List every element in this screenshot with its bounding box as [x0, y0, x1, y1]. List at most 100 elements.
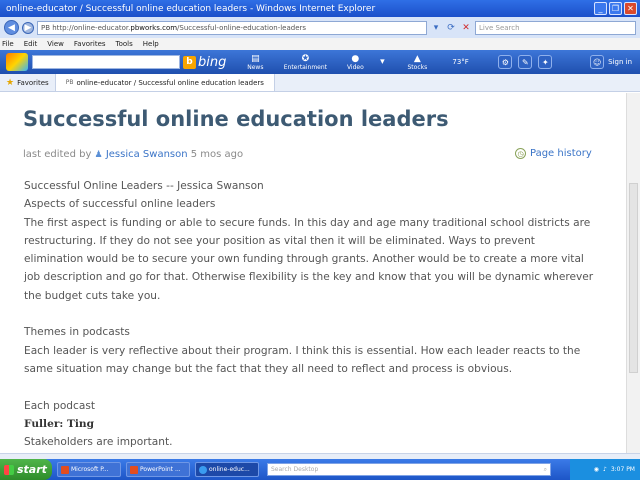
body-paragraph-3: Stakeholders are important. — [24, 436, 173, 449]
favorites-bar: ★ Favorites PB online-educator / Success… — [0, 74, 640, 92]
toolbar-news-label: News — [247, 63, 264, 71]
body-bold-line: Fuller: Ting — [24, 417, 95, 430]
menu-file[interactable]: File — [2, 40, 14, 48]
network-icon[interactable]: ◉ — [594, 466, 599, 473]
minimize-icon[interactable]: _ — [594, 2, 607, 15]
wrench-icon[interactable]: ✦ — [538, 55, 553, 69]
menu-help[interactable]: Help — [143, 40, 159, 48]
restore-icon[interactable]: ❐ — [609, 2, 622, 15]
taskbar-item-label: Microsoft P... — [71, 466, 109, 473]
weather-temperature[interactable]: 73°F — [452, 58, 492, 66]
window-controls: _ ❐ ✕ — [594, 2, 640, 15]
live-search-input[interactable]: Live Search — [475, 20, 636, 35]
page-history-link[interactable]: ◷ Page history — [515, 148, 592, 159]
body-paragraph-1: The first aspect is funding or able to s… — [24, 216, 594, 302]
page-history-label: Page history — [530, 148, 592, 159]
taskbar-item-label: online-educ... — [209, 466, 250, 473]
start-button[interactable]: start — [0, 459, 52, 480]
meta-prefix: last edited by — [23, 149, 92, 160]
url-suffix: /Successful-online-education-leaders — [177, 23, 307, 32]
desktop-search-input[interactable]: Search Desktop ⌕ — [267, 463, 551, 476]
history-clock-icon: ◷ — [515, 148, 526, 159]
toolbar-more-icon[interactable]: ▾ — [376, 57, 388, 67]
body-line-2: Aspects of successful online leaders — [24, 198, 216, 211]
edited-ago: 5 mos ago — [190, 149, 244, 160]
refresh-icon[interactable]: ⟳ — [445, 23, 457, 33]
browser-tab-title: online-educator / Successful online educ… — [76, 78, 264, 87]
star-icon: ★ — [6, 77, 15, 88]
toolbar-stocks[interactable]: ▲ Stocks — [396, 54, 438, 71]
body-heading-each-podcast: Each podcast — [24, 399, 96, 412]
bing-b-icon: b — [183, 55, 196, 69]
browser-tab-current[interactable]: PB online-educator / Successful online e… — [55, 74, 275, 91]
url-host: pbworks.com — [130, 23, 178, 32]
stocks-icon: ▲ — [413, 53, 421, 64]
menu-favorites[interactable]: Favorites — [74, 40, 106, 48]
user-icon: ♟ — [94, 150, 103, 160]
favorites-label: Favorites — [17, 78, 49, 87]
author-link[interactable]: Jessica Swanson — [106, 149, 188, 160]
dropdown-arrow-icon[interactable]: ▾ — [430, 23, 442, 33]
stop-icon[interactable]: ✕ — [460, 23, 472, 33]
bing-brand: bing — [198, 54, 227, 70]
messenger-icon: ☺ — [590, 55, 605, 69]
entertainment-icon: ✪ — [301, 53, 310, 64]
page-body: Successful Online Leaders -- Jessica Swa… — [24, 177, 596, 451]
url-prefix: PB http://online-educator. — [41, 23, 131, 32]
taskbar-item-label: PowerPoint ... — [140, 466, 181, 473]
menu-bar: File Edit View Favorites Tools Help — [0, 38, 640, 50]
taskbar-item-browser[interactable]: online-educ... — [195, 462, 259, 477]
scrollbar-thumb[interactable] — [629, 183, 638, 373]
start-label: start — [17, 463, 47, 476]
video-icon: ● — [351, 53, 360, 64]
toolbar-entertainment[interactable]: ✪ Entertainment — [283, 53, 328, 71]
body-line-1: Successful Online Leaders -- Jessica Swa… — [24, 180, 264, 192]
live-search-placeholder: Live Search — [479, 23, 520, 32]
powerpoint-icon — [130, 465, 138, 474]
body-paragraph-2: Each leader is very reflective about the… — [24, 344, 581, 375]
favorites-button[interactable]: ★ Favorites — [0, 74, 56, 91]
body-heading-themes: Themes in podcasts — [24, 326, 130, 339]
powerpoint-icon — [61, 465, 69, 474]
menu-edit[interactable]: Edit — [24, 40, 38, 48]
back-arrow-icon[interactable]: ◀ — [4, 20, 19, 35]
toolbar-news[interactable]: ▤ News — [234, 54, 276, 71]
page-content: Successful online education leaders last… — [0, 93, 626, 453]
forward-arrow-icon[interactable]: ▶ — [22, 21, 34, 34]
volume-icon[interactable]: ♪ — [603, 466, 607, 473]
windows-flag-icon — [4, 464, 14, 475]
news-icon: ▤ — [251, 53, 260, 64]
toolbar-video-label: Video — [346, 63, 364, 71]
address-bar: ◀ ▶ PB http://online-educator. pbworks.co… — [0, 17, 640, 38]
pbworks-icon: PB — [65, 79, 74, 86]
window-title: online-educator / Successful online educ… — [6, 3, 376, 14]
taskbar-item-powerpoint-1[interactable]: Microsoft P... — [57, 462, 121, 477]
toolbar-entertainment-label: Entertainment — [283, 63, 328, 71]
vertical-scrollbar[interactable] — [626, 93, 640, 453]
bing-search-button[interactable]: b bing — [183, 55, 226, 70]
bing-toolbar: b bing ▤ News ✪ Entertainment ● Video ▾ … — [0, 50, 640, 74]
toolbar-stocks-label: Stocks — [407, 63, 428, 71]
system-tray: ◉ ♪ 3:07 PM — [570, 459, 640, 480]
clock[interactable]: 3:07 PM — [611, 466, 635, 473]
menu-tools[interactable]: Tools — [116, 40, 133, 48]
gear-icon[interactable]: ⚙ — [498, 55, 513, 69]
signin-button[interactable]: ☺ Sign in — [590, 55, 632, 69]
search-icon[interactable]: ⌕ — [544, 466, 547, 474]
highlight-icon[interactable]: ✎ — [518, 55, 533, 69]
msn-butterfly-icon[interactable] — [6, 53, 28, 71]
internet-explorer-icon — [199, 465, 207, 474]
toolbar-video[interactable]: ● Video — [334, 54, 376, 71]
url-input[interactable]: PB http://online-educator. pbworks.com/Su… — [37, 20, 427, 35]
close-icon[interactable]: ✕ — [624, 2, 637, 15]
windows-taskbar: start Microsoft P... PowerPoint ... onli… — [0, 459, 640, 480]
toolbar-search-input[interactable] — [32, 55, 180, 69]
desktop-search-placeholder: Search Desktop — [271, 466, 319, 473]
window-title-bar: online-educator / Successful online educ… — [0, 0, 640, 17]
page-title: Successful online education leaders — [23, 107, 449, 131]
signin-label: Sign in — [608, 58, 632, 66]
menu-view[interactable]: View — [47, 40, 64, 48]
taskbar-item-powerpoint-2[interactable]: PowerPoint ... — [126, 462, 190, 477]
